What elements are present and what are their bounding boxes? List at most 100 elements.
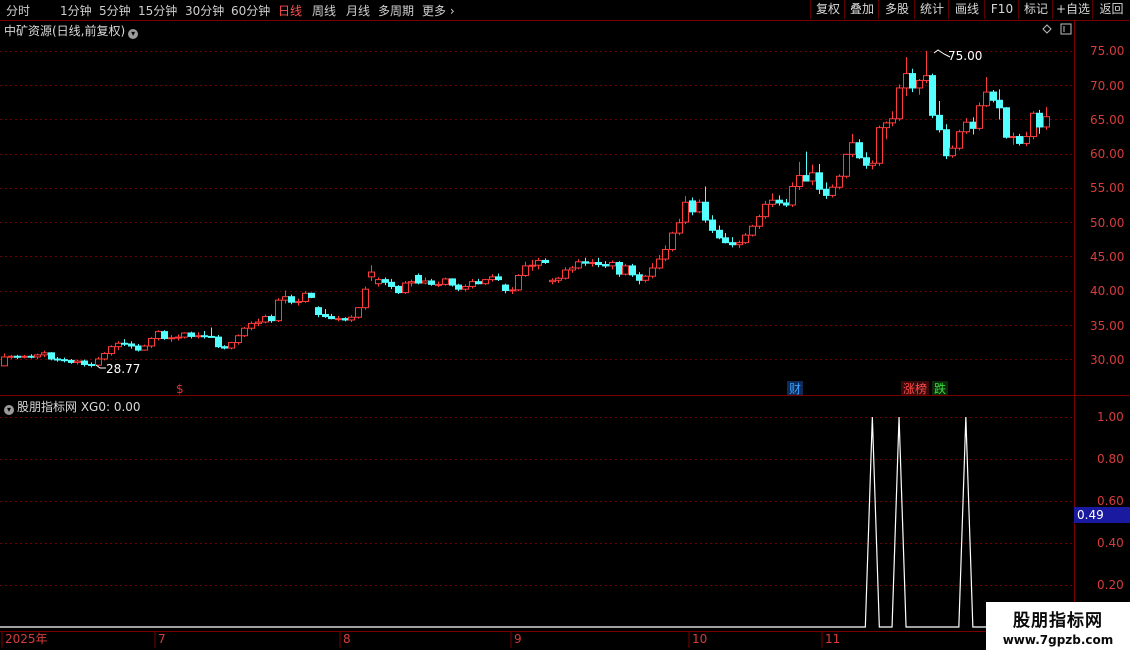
candle-down (716, 229, 723, 239)
candle-up (155, 331, 162, 339)
candle-down (943, 129, 950, 157)
candle-up (1010, 136, 1017, 139)
candle-down (542, 259, 549, 263)
candle-down (783, 202, 790, 206)
candle-up (682, 201, 689, 223)
candle-up (1043, 116, 1050, 128)
candle-down (61, 359, 68, 362)
candle-up (462, 285, 469, 290)
candle-down (636, 274, 643, 281)
candles (1, 51, 1050, 368)
candle-down (996, 99, 1003, 109)
candle-up (435, 283, 442, 286)
indicator-axis: 1.00 0.80 0.60 0.40 0.20 (1097, 410, 1124, 592)
candle-up (569, 267, 576, 271)
candle-up (589, 261, 596, 264)
candle-down (595, 261, 602, 266)
candle-up (469, 281, 476, 287)
candle-down (268, 316, 275, 322)
candle-up (916, 79, 923, 89)
window-icon[interactable] (1060, 23, 1072, 35)
candle-down (308, 292, 315, 298)
candle-down (502, 284, 509, 292)
candle-down (315, 307, 322, 316)
candle-down (856, 142, 863, 159)
price-tick: 45.00 (1090, 250, 1124, 264)
candle-up (115, 342, 122, 348)
candle-up (348, 316, 355, 321)
price-tick: 65.00 (1090, 113, 1124, 127)
candle-up (375, 279, 382, 285)
grid (0, 51, 1074, 586)
candle-up (8, 355, 15, 358)
candle-down (602, 264, 609, 267)
limit-up-marker[interactable]: 涨榜 (903, 381, 927, 396)
candle-down (936, 114, 943, 131)
candle-down (582, 261, 589, 264)
price-axis: 75.00 70.00 65.00 60.00 55.00 50.00 45.0… (1090, 44, 1124, 367)
candle-down (776, 199, 783, 204)
candle-up (148, 337, 155, 347)
candle-up (241, 327, 248, 337)
candle-down (288, 296, 295, 303)
candle-up (302, 292, 309, 303)
candle-up (141, 345, 148, 351)
candle-up (883, 122, 890, 129)
date-label: 2025年 (5, 632, 48, 646)
candle-down (81, 360, 88, 365)
candle-up (95, 358, 102, 366)
date-label: 11 (825, 632, 840, 646)
candle-up (1, 356, 8, 367)
candle-up (181, 332, 188, 338)
candle-up (836, 175, 843, 188)
candle-down (382, 279, 389, 283)
candle-down (48, 352, 55, 360)
diamond-icon[interactable] (1042, 24, 1052, 34)
candle-up (108, 346, 115, 355)
candle-up (849, 142, 856, 155)
date-label: 8 (343, 632, 351, 646)
candle-down (428, 280, 435, 285)
candle-up (923, 75, 930, 81)
candle-up (829, 186, 836, 196)
candle-down (929, 75, 936, 116)
finance-marker[interactable]: 财 (789, 382, 801, 396)
candle-up (769, 199, 776, 205)
candle-up (489, 276, 496, 281)
candle-up (168, 337, 175, 340)
candle-up (869, 162, 876, 166)
current-value-label: 0.49 (1077, 508, 1104, 522)
candle-up (642, 275, 649, 281)
candle-down (722, 237, 729, 244)
drop-marker[interactable]: 跌 (934, 381, 946, 396)
candle-down (803, 175, 810, 182)
watermark: 股朋指标网 www.7gpzb.com (986, 602, 1130, 650)
candle-down (970, 121, 977, 129)
candle-down (709, 219, 716, 231)
candle-up (956, 131, 963, 149)
candle-up (248, 322, 255, 329)
candle-up (1030, 112, 1037, 138)
candle-up (903, 73, 910, 89)
candle-up (736, 242, 743, 246)
candle-up (742, 234, 749, 244)
candle-up (402, 282, 409, 294)
candle-up (662, 248, 669, 260)
candle-up (355, 307, 362, 318)
indicator-tick: 0.20 (1097, 578, 1124, 592)
candle-down (729, 242, 736, 246)
candle-up (963, 121, 970, 133)
candle-up (976, 105, 983, 129)
price-tick: 50.00 (1090, 216, 1124, 230)
candle-up (235, 335, 242, 344)
candle-down (495, 276, 502, 281)
dividend-marker[interactable]: $ (176, 382, 184, 396)
candle-up (34, 354, 41, 358)
candle-down (629, 265, 636, 276)
candle-up (889, 118, 896, 124)
candle-down (88, 363, 95, 366)
candle-down (322, 314, 329, 318)
candle-down (689, 200, 696, 213)
price-tick: 60.00 (1090, 147, 1124, 161)
candle-up (983, 91, 990, 107)
